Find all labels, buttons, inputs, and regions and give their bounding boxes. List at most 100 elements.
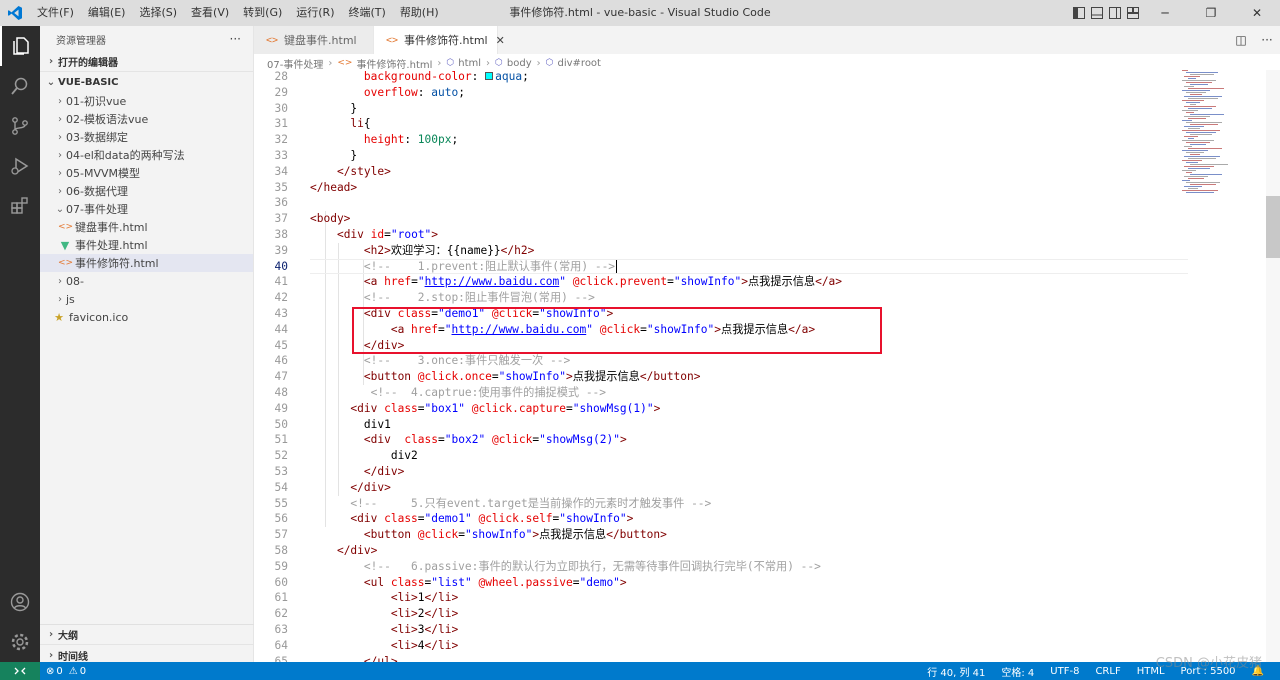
open-editors-section[interactable]: › 打开的编辑器 [40,52,253,72]
code-line[interactable]: 28 background-color: aqua; [254,70,1280,85]
folder-js[interactable]: › js [40,290,253,308]
code-line[interactable]: 63 <li>3</li> [254,622,1280,638]
code-line[interactable]: 39 <h2>欢迎学习：{{name}}</h2> [254,243,1280,259]
settings-gear-icon[interactable] [0,622,40,662]
menu-help[interactable]: 帮助(H) [393,0,446,26]
breadcrumb-div-root[interactable]: div#root [558,58,601,69]
code-line[interactable]: 44 <a href="http://www.baidu.com" @click… [254,322,1280,338]
code-line[interactable]: 41 <a href="http://www.baidu.com" @click… [254,274,1280,290]
code-line[interactable]: 61 <li>1</li> [254,590,1280,606]
toggle-panel-icon[interactable] [1088,0,1106,26]
more-actions-icon[interactable]: ··· [1254,33,1280,47]
indentation[interactable]: 空格: 4 [993,664,1042,679]
warnings-icon[interactable]: ⚠ [69,666,78,677]
code-line[interactable]: 56 <div class="demo1" @click.self="showI… [254,511,1280,527]
menu-view[interactable]: 查看(V) [184,0,236,26]
code-line[interactable]: 47 <button @click.once="showInfo">点我提示信息… [254,369,1280,385]
code-line[interactable]: 64 <li>4</li> [254,638,1280,654]
folder-03[interactable]: › 03-数据绑定 [40,128,253,146]
code-line[interactable]: 52 div2 [254,448,1280,464]
close-tab-icon[interactable]: ✕ [496,34,505,47]
code-line[interactable]: 43 <div class="demo1" @click="showInfo"> [254,306,1280,322]
file-keyboard-events[interactable]: <> 键盘事件.html [40,218,253,236]
code-line[interactable]: 59 <!-- 6.passive:事件的默认行为立即执行，无需等待事件回调执行… [254,559,1280,575]
source-control-icon[interactable] [0,106,40,146]
folder-06[interactable]: › 06-数据代理 [40,182,253,200]
code-line[interactable]: 54 </div> [254,480,1280,496]
close-window-button[interactable]: ✕ [1234,0,1280,26]
restore-button[interactable]: ❐ [1188,0,1234,26]
menu-file[interactable]: 文件(F) [30,0,81,26]
code-line[interactable]: 49 <div class="box1" @click.capture="sho… [254,401,1280,417]
code-line[interactable]: 55 <!-- 5.只有event.target是当前操作的元素时才触发事件 -… [254,496,1280,512]
errors-count[interactable]: 0 [56,666,62,677]
minimap[interactable] [1180,70,1266,200]
folder-07[interactable]: ⌄ 07-事件处理 [40,200,253,218]
customize-layout-icon[interactable] [1124,0,1142,26]
breadcrumb-html[interactable]: html [458,58,481,69]
explorer-icon[interactable] [0,26,40,66]
toggle-sidebar-icon[interactable] [1070,0,1088,26]
menu-edit[interactable]: 编辑(E) [81,0,133,26]
code-line[interactable]: 50 div1 [254,417,1280,433]
code-line[interactable]: 31 li{ [254,116,1280,132]
scrollbar-thumb[interactable] [1266,196,1280,258]
code-line[interactable]: 57 <button @click="showInfo">点我提示信息</but… [254,527,1280,543]
code-line[interactable]: 40 <!-- 1.prevent:阻止默认事件(常用) --> [254,258,1280,275]
code-line[interactable]: 34 </style> [254,164,1280,180]
explorer-more-icon[interactable]: ··· [230,32,241,46]
code-line[interactable]: 33 } [254,148,1280,164]
cursor-position[interactable]: 行 40, 列 41 [919,664,993,679]
breadcrumb-folder[interactable]: 07-事件处理 [267,56,323,71]
extensions-icon[interactable] [0,186,40,226]
workspace-root[interactable]: ⌄ VUE-BASIC [40,72,253,92]
code-line[interactable]: 42 <!-- 2.stop:阻止事件冒泡(常用) --> [254,290,1280,306]
split-editor-icon[interactable]: ◫ [1228,33,1254,47]
search-icon[interactable] [0,66,40,106]
folder-01[interactable]: › 01-初识vue [40,92,253,110]
code-line[interactable]: 32 height: 100px; [254,132,1280,148]
code-editor[interactable]: 28 background-color: aqua; 29 overflow: a… [254,70,1280,662]
code-line[interactable]: 58 </div> [254,543,1280,559]
code-line[interactable]: 35 </head> [254,180,1280,196]
code-line[interactable]: 37 <body> [254,211,1280,227]
folder-02[interactable]: › 02-模板语法vue [40,110,253,128]
breadcrumb-file[interactable]: 事件修饰符.html [356,56,432,71]
file-event-modifiers[interactable]: <> 事件修饰符.html [40,254,253,272]
breadcrumb-body[interactable]: body [507,58,532,69]
menu-go[interactable]: 转到(G) [236,0,289,26]
account-icon[interactable] [0,582,40,622]
folder-04[interactable]: › 04-el和data的两种写法 [40,146,253,164]
menu-selection[interactable]: 选择(S) [132,0,184,26]
code-line[interactable]: 29 overflow: auto; [254,85,1280,101]
code-line[interactable]: 60 <ul class="list" @wheel.passive="demo… [254,575,1280,591]
code-line[interactable]: 62 <li>2</li> [254,606,1280,622]
code-line[interactable]: 36 [254,195,1280,211]
code-line[interactable]: 48 <!-- 4.captrue:使用事件的捕捉模式 --> [254,385,1280,401]
code-line[interactable]: 51 <div class="box2" @click="showMsg(2)"… [254,432,1280,448]
tab-event-modifiers[interactable]: <> 事件修饰符.html ✕ [374,26,505,54]
code-line[interactable]: 45 </div> [254,338,1280,354]
code-line[interactable]: 38 <div id="root"> [254,227,1280,243]
menu-run[interactable]: 运行(R) [289,0,341,26]
errors-icon[interactable]: ⊗ [46,666,54,677]
tab-keyboard-events[interactable]: <> 键盘事件.html [254,26,374,54]
code-line[interactable]: 65 </ul> [254,654,1280,662]
remote-icon[interactable] [0,662,40,680]
code-line[interactable]: 46 <!-- 3.once:事件只触发一次 --> [254,353,1280,369]
line-ending[interactable]: CRLF [1087,666,1128,677]
minimize-button[interactable]: ─ [1142,0,1188,26]
code-line[interactable]: 30 } [254,101,1280,117]
outline-section[interactable]: › 大纲 [40,625,254,645]
folder-08[interactable]: › 08- [40,272,253,290]
folder-05[interactable]: › 05-MVVM模型 [40,164,253,182]
code-line[interactable]: 53 </div> [254,464,1280,480]
menu-terminal[interactable]: 终端(T) [342,0,393,26]
file-favicon[interactable]: ★ favicon.ico [40,308,253,326]
toggle-secondary-sidebar-icon[interactable] [1106,0,1124,26]
encoding[interactable]: UTF-8 [1042,666,1087,677]
run-debug-icon[interactable] [0,146,40,186]
vertical-scrollbar[interactable] [1266,70,1280,662]
file-event-handling[interactable]: ▼ 事件处理.html [40,236,253,254]
warnings-count[interactable]: 0 [80,666,86,677]
